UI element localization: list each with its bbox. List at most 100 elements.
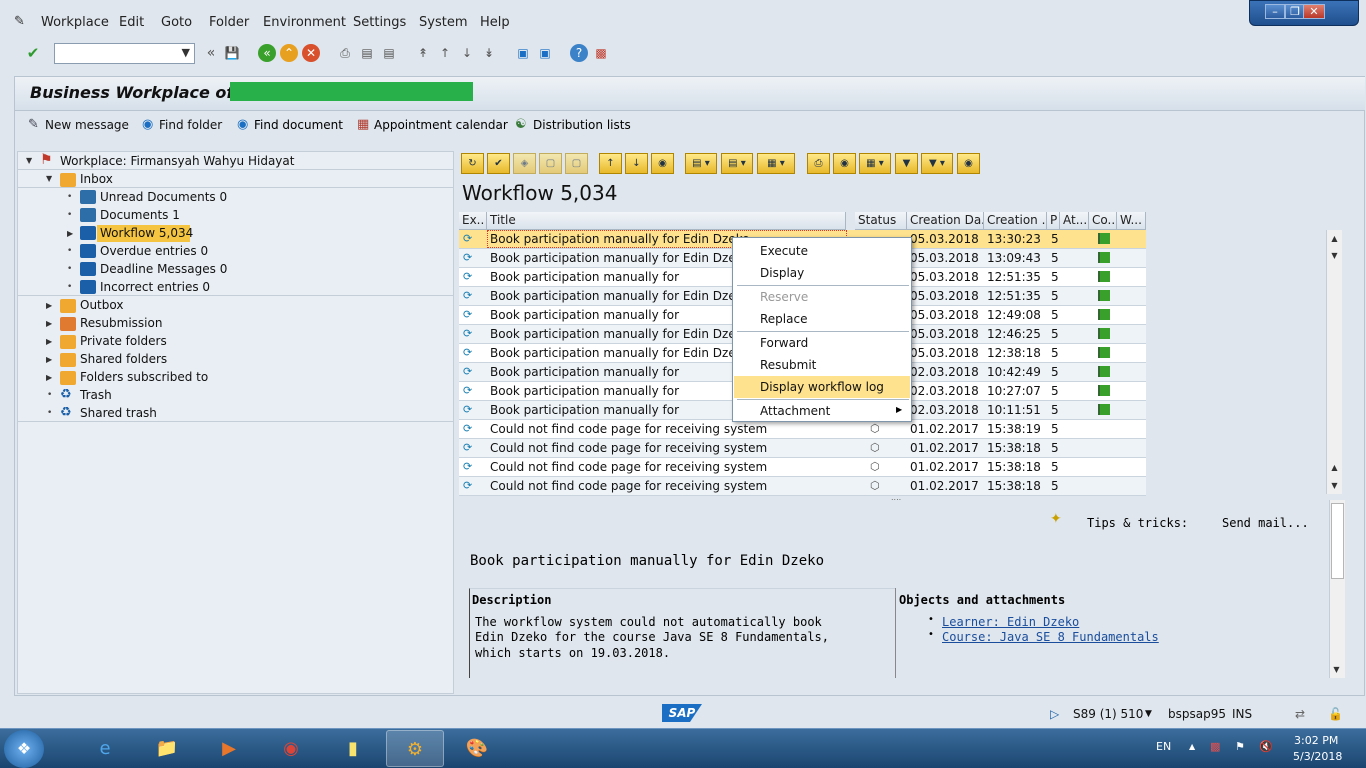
find-next-icon[interactable]: ▤: [380, 44, 398, 62]
volume-icon[interactable]: 🔇: [1259, 740, 1273, 753]
print-list-icon[interactable]: ⎙: [807, 153, 830, 174]
menu-attachment[interactable]: Attachment: [734, 400, 910, 422]
scroll-down-icon[interactable]: ▼: [1329, 662, 1344, 677]
tree-deadline[interactable]: Deadline Messages 0: [100, 262, 227, 276]
layout-icon[interactable]: ⇄: [1295, 707, 1305, 721]
expand-triangle-icon[interactable]: ▶: [46, 319, 52, 328]
menu-goto[interactable]: Goto: [161, 15, 192, 30]
table-row[interactable]: ⟳ Could not find code page for receiving …: [459, 477, 1146, 496]
col-status[interactable]: Status: [855, 212, 907, 230]
last-page-icon[interactable]: ↡: [480, 44, 498, 62]
col-co[interactable]: Co...: [1089, 212, 1117, 230]
expand-triangle-icon[interactable]: ▶: [46, 337, 52, 346]
sap-menu-icon[interactable]: ✎: [14, 14, 28, 29]
minimize-icon[interactable]: –: [1265, 4, 1285, 19]
clock-time[interactable]: 3:02 PM: [1294, 734, 1338, 747]
menu-workplace[interactable]: Workplace: [41, 15, 109, 30]
course-link[interactable]: Course: Java SE 8 Fundamentals: [942, 630, 1159, 644]
expand-triangle-icon[interactable]: ▼: [46, 174, 52, 183]
col-attachments[interactable]: At...: [1060, 212, 1089, 230]
col-ex[interactable]: Ex..: [459, 212, 487, 230]
col-w[interactable]: W...: [1117, 212, 1146, 230]
chevron-down-icon[interactable]: ▼: [1145, 709, 1152, 719]
col-priority[interactable]: P: [1047, 212, 1060, 230]
network-icon[interactable]: ▩: [1210, 740, 1220, 753]
menu-reserve[interactable]: Reserve: [734, 286, 910, 308]
tree-trash[interactable]: Trash: [80, 388, 112, 402]
clock-date[interactable]: 5/3/2018: [1293, 750, 1342, 763]
menu-environment[interactable]: Environment: [263, 15, 346, 30]
lock-icon[interactable]: 🔓: [1328, 707, 1343, 721]
back-icon[interactable]: «: [258, 44, 276, 62]
cancel-icon[interactable]: ✕: [302, 44, 320, 62]
menu-settings[interactable]: Settings: [353, 15, 406, 30]
paint-icon[interactable]: 🎨: [448, 730, 506, 767]
col-creation-date[interactable]: Creation Da...: [907, 212, 984, 230]
tree-unread-documents[interactable]: Unread Documents 0: [100, 190, 227, 204]
explorer-icon[interactable]: 📁: [138, 730, 196, 767]
menu-help[interactable]: Help: [480, 15, 510, 30]
expand-triangle-icon[interactable]: ▶: [46, 373, 52, 382]
send-mail-link[interactable]: Send mail...: [1222, 516, 1309, 530]
system-info[interactable]: S89 (1) 510: [1073, 707, 1143, 721]
distribution-lists-button[interactable]: Distribution lists: [533, 118, 631, 132]
menu-execute[interactable]: Execute: [734, 240, 910, 262]
new-message-button[interactable]: New message: [45, 118, 129, 132]
expand-triangle-icon[interactable]: ▶: [67, 229, 73, 238]
close-icon[interactable]: ✕: [1303, 4, 1325, 19]
scroll-up-icon[interactable]: ▲: [1327, 460, 1342, 475]
tree-shared-folders[interactable]: Shared folders: [80, 352, 167, 366]
tree-private-folders[interactable]: Private folders: [80, 334, 167, 348]
enter-check-icon[interactable]: ✔: [24, 44, 42, 62]
tree-resubmission[interactable]: Resubmission: [80, 316, 162, 330]
find-folder-button[interactable]: Find folder: [159, 118, 222, 132]
chevron-down-icon[interactable]: ▼: [182, 46, 190, 59]
menu-system[interactable]: System: [419, 15, 467, 30]
filter-icon[interactable]: ◉: [651, 153, 674, 174]
command-field[interactable]: ▼: [54, 43, 195, 64]
menu-display[interactable]: Display: [734, 262, 910, 284]
tree-shared-trash[interactable]: Shared trash: [80, 406, 157, 420]
table-row[interactable]: ⟳ Could not find code page for receiving …: [459, 458, 1146, 477]
menu-replace[interactable]: Replace: [734, 308, 910, 330]
table-row[interactable]: ⟳ Could not find code page for receiving …: [459, 420, 1146, 439]
menu-edit[interactable]: Edit: [119, 15, 144, 30]
shortcut-icon[interactable]: ▣: [536, 44, 554, 62]
customize-layout-icon[interactable]: ▩: [592, 44, 610, 62]
find-document-button[interactable]: Find document: [254, 118, 343, 132]
replace-icon[interactable]: ▢: [565, 153, 588, 174]
scroll-up-icon[interactable]: ▲: [1327, 231, 1342, 246]
refresh-icon[interactable]: ↻: [461, 153, 484, 174]
menu-folder[interactable]: Folder: [209, 15, 249, 30]
menu-forward[interactable]: Forward: [734, 332, 910, 354]
start-button[interactable]: ❖: [4, 730, 44, 768]
chrome-icon[interactable]: ◉: [262, 730, 320, 767]
sap-logon-icon[interactable]: ⚙: [386, 730, 444, 767]
appointment-calendar-button[interactable]: Appointment calendar: [374, 118, 508, 132]
play-icon[interactable]: ▷: [1050, 707, 1059, 721]
tree-subscribed[interactable]: Folders subscribed to: [80, 370, 208, 384]
expand-triangle-icon[interactable]: ▼: [26, 156, 32, 165]
filter-dropdown-icon[interactable]: ▼ ▾: [921, 153, 953, 174]
sort-desc-icon[interactable]: ↓: [625, 153, 648, 174]
sort-asc-icon[interactable]: ↑: [599, 153, 622, 174]
tree-outbox[interactable]: Outbox: [80, 298, 123, 312]
help-icon[interactable]: ?: [570, 44, 588, 62]
preview-icon[interactable]: ◉: [833, 153, 856, 174]
change-layout-icon[interactable]: ▦ ▾: [757, 153, 795, 174]
first-page-icon[interactable]: ↟: [414, 44, 432, 62]
flag-icon[interactable]: ⚑: [1235, 740, 1245, 753]
col-creation-time[interactable]: Creation ...: [984, 212, 1047, 230]
display-icon[interactable]: ◈: [513, 153, 536, 174]
scroll-down-icon[interactable]: ▼: [1327, 248, 1342, 263]
media-player-icon[interactable]: ▶: [200, 730, 258, 767]
learner-link[interactable]: Learner: Edin Dzeko: [942, 615, 1079, 629]
print-icon[interactable]: ⎙: [336, 44, 354, 62]
col-title[interactable]: Title: [487, 212, 846, 230]
tree-workflow[interactable]: Workflow 5,034: [100, 226, 193, 240]
tray-expand-icon[interactable]: ▲: [1189, 742, 1195, 751]
tree-documents[interactable]: Documents 1: [100, 208, 180, 222]
export-icon[interactable]: ▦ ▾: [859, 153, 891, 174]
sticky-notes-icon[interactable]: ▮: [324, 730, 382, 767]
new-session-icon[interactable]: ▣: [514, 44, 532, 62]
